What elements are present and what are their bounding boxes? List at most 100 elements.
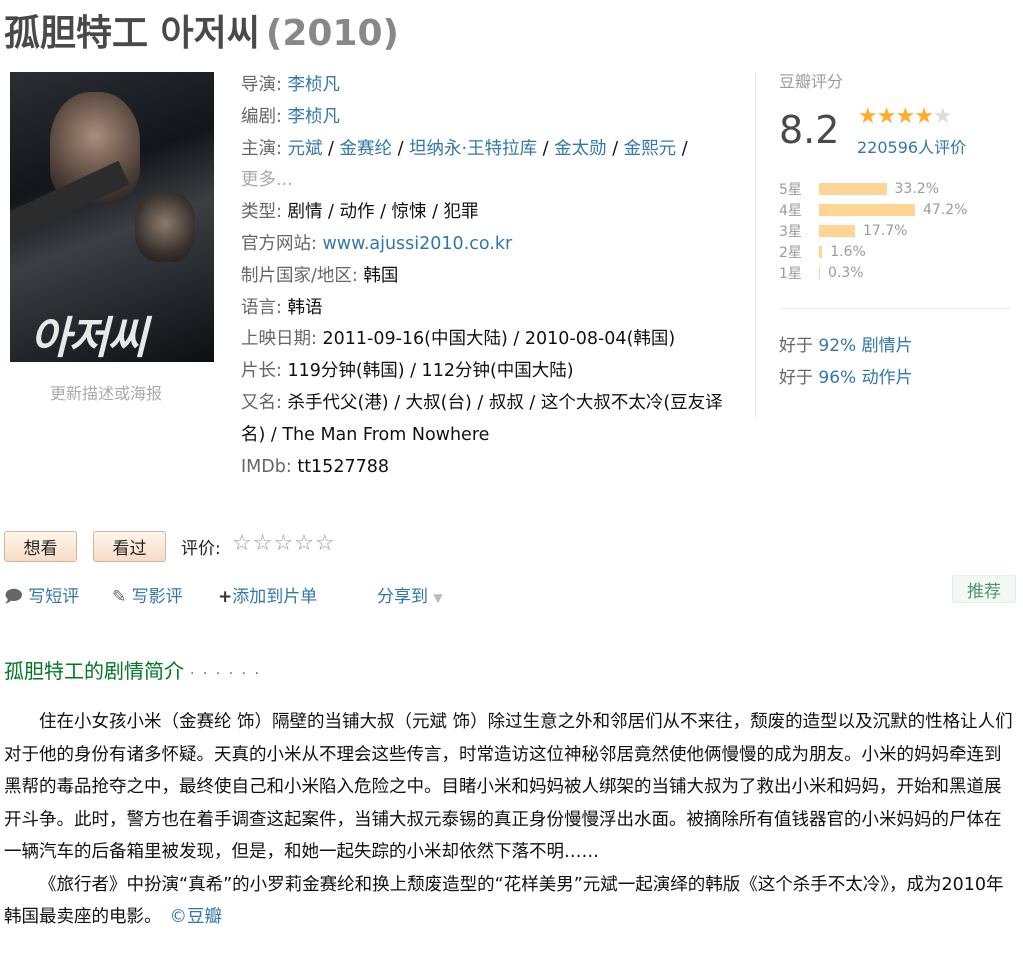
rating-bar <box>819 245 823 258</box>
share-action[interactable]: 分享到 ▼ <box>377 582 443 607</box>
rating-bar-label: 5星 <box>779 181 802 198</box>
movie-info: 导演: 李桢凡 编剧: 李桢凡 主演: 元斌 / 金赛纶 / 坦纳永·王特拉库 … <box>241 70 741 483</box>
cast-label: 主演: <box>241 138 282 159</box>
movie-year: (2010) <box>265 13 400 54</box>
genre-row: 类型: 剧情 / 动作 / 惊悚 / 犯罪 <box>241 197 741 229</box>
rating-bar-row: 1星 0.3% <box>779 262 967 283</box>
rating-bar-percent: 1.6% <box>830 243 866 260</box>
page-title: 孤胆特工 아저씨 (2010) <box>4 4 399 56</box>
better-than-row: 好于 92% 剧情片 <box>779 330 913 362</box>
cast-link[interactable]: 金熙元 <box>624 139 677 159</box>
rating-bar <box>819 203 915 216</box>
cast-more-link[interactable]: 更多... <box>241 170 293 190</box>
website-link[interactable]: www.ajussi2010.co.kr <box>322 234 512 254</box>
rating-bar-row: 4星 47.2% <box>779 199 967 220</box>
imdb-value: tt1527788 <box>297 456 389 477</box>
speech-bubble-icon: 🗩 <box>4 587 23 607</box>
cast-link[interactable]: 金太勋 <box>554 139 607 159</box>
better-than-link[interactable]: 92% 剧情片 <box>818 336 912 356</box>
summary-body: 住在小女孩小米（金赛纶 饰）隔壁的当铺大叔（元斌 饰）除过生意之外和邻居们从不来… <box>4 706 1014 934</box>
recommend-button[interactable]: 推荐 <box>952 575 1016 603</box>
update-poster-link[interactable]: 更新描述或海报 <box>50 380 162 404</box>
rating-bar-percent: 47.2% <box>923 201 968 218</box>
rating-distribution: 5星 33.2% 4星 47.2% 3星 17.7% 2星 1.6% 1星 0.3% <box>779 178 967 283</box>
cast-link[interactable]: 坦纳永·王特拉库 <box>409 139 537 159</box>
language-value: 韩语 <box>287 297 323 318</box>
star-icon: ★ <box>914 104 934 129</box>
add-list-link[interactable]: 添加到片单 <box>232 587 317 607</box>
rating-bar-percent: 0.3% <box>828 264 864 281</box>
rating-bar <box>819 224 855 237</box>
summary-dots: · · · · · · <box>190 666 261 682</box>
runtime-row: 片长: 119分钟(韩国) / 112分钟(中国大陆) <box>241 356 741 388</box>
runtime-label: 片长: <box>241 361 282 382</box>
rating-score: 8.2 <box>779 108 840 152</box>
dropdown-arrow-icon: ▼ <box>433 591 443 605</box>
cast-link[interactable]: 元斌 <box>287 139 322 159</box>
rating-bar-percent: 17.7% <box>863 222 908 239</box>
aka-row: 又名: 杀手代父(港) / 大叔(台) / 叔叔 / 这个大叔不太冷(豆友译名)… <box>241 388 741 452</box>
watched-button[interactable]: 看过 <box>93 531 166 562</box>
plus-icon: + <box>218 587 233 607</box>
short-review-action[interactable]: 🗩 写短评 <box>4 582 79 613</box>
rating-bar-label: 4星 <box>779 202 802 219</box>
pencil-icon: ✎ <box>112 587 127 607</box>
rating-bar-label: 1星 <box>779 265 802 282</box>
movie-poster[interactable]: 아저씨 <box>10 72 214 362</box>
aka-value: 杀手代父(港) / 大叔(台) / 叔叔 / 这个大叔不太冷(豆友译名) / T… <box>241 392 723 445</box>
poster-title-text: 아저씨 <box>30 313 147 362</box>
rating-bar-percent: 33.2% <box>894 180 939 197</box>
review-action[interactable]: ✎ 写影评 <box>112 582 183 607</box>
director-link[interactable]: 李桢凡 <box>287 75 340 95</box>
better-than: 好于 92% 剧情片 好于 96% 动作片 <box>779 330 913 394</box>
rating-separator <box>779 308 1011 309</box>
rating-bar-row: 3星 17.7% <box>779 220 967 241</box>
better-than-prefix: 好于 <box>779 336 819 356</box>
poster-figure-girl <box>135 192 195 262</box>
review-link[interactable]: 写影评 <box>132 587 183 607</box>
release-value: 2011-09-16(中国大陆) / 2010-08-04(韩国) <box>322 329 676 350</box>
rate-stars-input[interactable]: ☆☆☆☆☆ <box>232 531 336 556</box>
language-row: 语言: 韩语 <box>241 293 741 325</box>
summary-paragraph-2: 《旅行者》中扮演“真希”的小罗莉金赛纶和换上颓废造型的“花样美男”元斌一起演绎的… <box>4 869 1014 934</box>
info-divider <box>755 72 756 417</box>
short-review-link[interactable]: 写短评 <box>28 587 79 607</box>
add-list-action[interactable]: +添加到片单 <box>218 582 317 607</box>
cast-more-row: 更多... <box>241 165 741 197</box>
rating-bar <box>819 182 887 195</box>
rating-bar-row: 2星 1.6% <box>779 241 967 262</box>
better-than-prefix: 好于 <box>779 368 819 388</box>
writer-row: 编剧: 李桢凡 <box>241 102 741 134</box>
summary-title: 孤胆特工的剧情简介 <box>4 659 184 683</box>
summary-paragraph-text: 《旅行者》中扮演“真希”的小罗莉金赛纶和换上颓废造型的“花样美男”元斌一起演绎的… <box>4 874 1004 928</box>
release-row: 上映日期: 2011-09-16(中国大陆) / 2010-08-04(韩国) <box>241 324 741 356</box>
rating-panel: 豆瓣评分 8.2 ★★★★★ 220596人评价 5星 33.2% 4星 47.2% 3… <box>779 68 1019 282</box>
genre-label: 类型: <box>241 202 282 223</box>
star-icon: ★ <box>932 104 953 129</box>
release-label: 上映日期: <box>241 329 317 350</box>
share-link[interactable]: 分享到 <box>377 587 428 607</box>
director-row: 导演: 李桢凡 <box>241 70 741 102</box>
better-than-link[interactable]: 96% 动作片 <box>818 368 912 388</box>
rating-label: 豆瓣评分 <box>779 72 844 91</box>
imdb-row: IMDb: tt1527788 <box>241 452 741 484</box>
rating-bar-row: 5星 33.2% <box>779 178 967 199</box>
language-label: 语言: <box>241 297 282 318</box>
rating-bar-label: 2星 <box>779 244 802 261</box>
writer-label: 编剧: <box>241 106 282 127</box>
cast-link[interactable]: 金赛纶 <box>340 139 393 159</box>
copyright-link[interactable]: ©豆瓣 <box>170 907 223 927</box>
website-row: 官方网站: www.ajussi2010.co.kr <box>241 229 741 261</box>
summary-paragraph: 住在小女孩小米（金赛纶 饰）隔壁的当铺大叔（元斌 饰）除过生意之外和邻居们从不来… <box>4 712 1013 862</box>
better-than-row: 好于 96% 动作片 <box>779 362 913 394</box>
want-to-watch-button[interactable]: 想看 <box>4 531 77 562</box>
rate-label: 评价: <box>181 539 221 559</box>
summary-heading: 孤胆特工的剧情简介 · · · · · · <box>4 655 261 684</box>
country-value: 韩国 <box>363 265 399 286</box>
writer-link[interactable]: 李桢凡 <box>287 107 340 127</box>
rating-votes-link[interactable]: 220596人评价 <box>857 134 966 158</box>
star-icon: ★ <box>895 104 915 129</box>
director-label: 导演: <box>241 75 282 95</box>
star-icon: ★ <box>858 104 878 129</box>
cast-row: 主演: 元斌 / 金赛纶 / 坦纳永·王特拉库 / 金太勋 / 金熙元 / <box>241 138 688 159</box>
